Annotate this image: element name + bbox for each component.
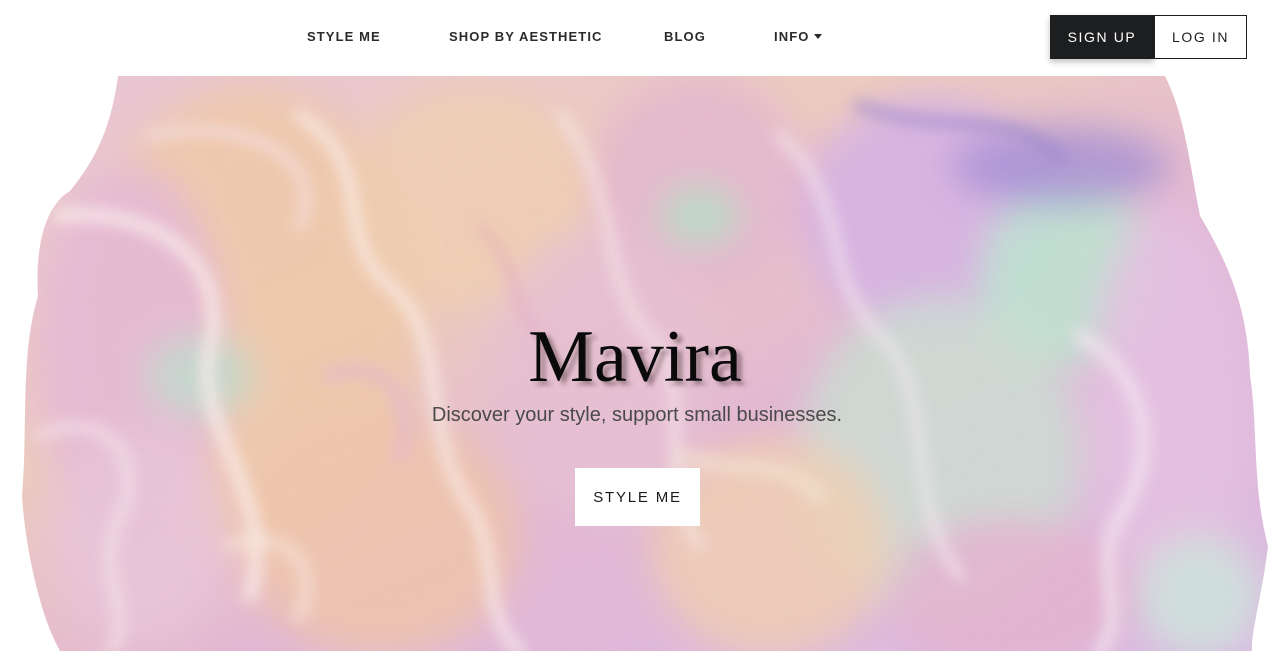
nav-link-blog[interactable]: BLOG	[664, 29, 706, 44]
brand-title: Mavira	[528, 316, 742, 398]
nav-link-info-dropdown[interactable]: INFO	[774, 29, 823, 44]
log-in-button[interactable]: LOG IN	[1154, 15, 1247, 59]
hero-section: Mavira Discover your style, support smal…	[0, 76, 1270, 651]
auth-buttons: SIGN UP LOG IN	[1050, 15, 1247, 59]
nav-link-shop-by-aesthetic[interactable]: SHOP BY AESTHETIC	[449, 29, 603, 44]
hero-tagline: Discover your style, support small busin…	[431, 404, 843, 426]
nav-link-style-me[interactable]: STYLE ME	[307, 29, 381, 44]
sign-up-button[interactable]: SIGN UP	[1050, 15, 1154, 59]
nav-link-info-label: INFO	[774, 29, 810, 44]
caret-down-icon	[814, 34, 823, 40]
style-me-cta-button[interactable]: STYLE ME	[575, 468, 700, 526]
hero-content: Mavira Discover your style, support smal…	[0, 76, 1270, 651]
page: STYLE ME SHOP BY AESTHETIC BLOG INFO SIG…	[0, 0, 1270, 651]
top-navigation: STYLE ME SHOP BY AESTHETIC BLOG INFO SIG…	[0, 0, 1270, 76]
